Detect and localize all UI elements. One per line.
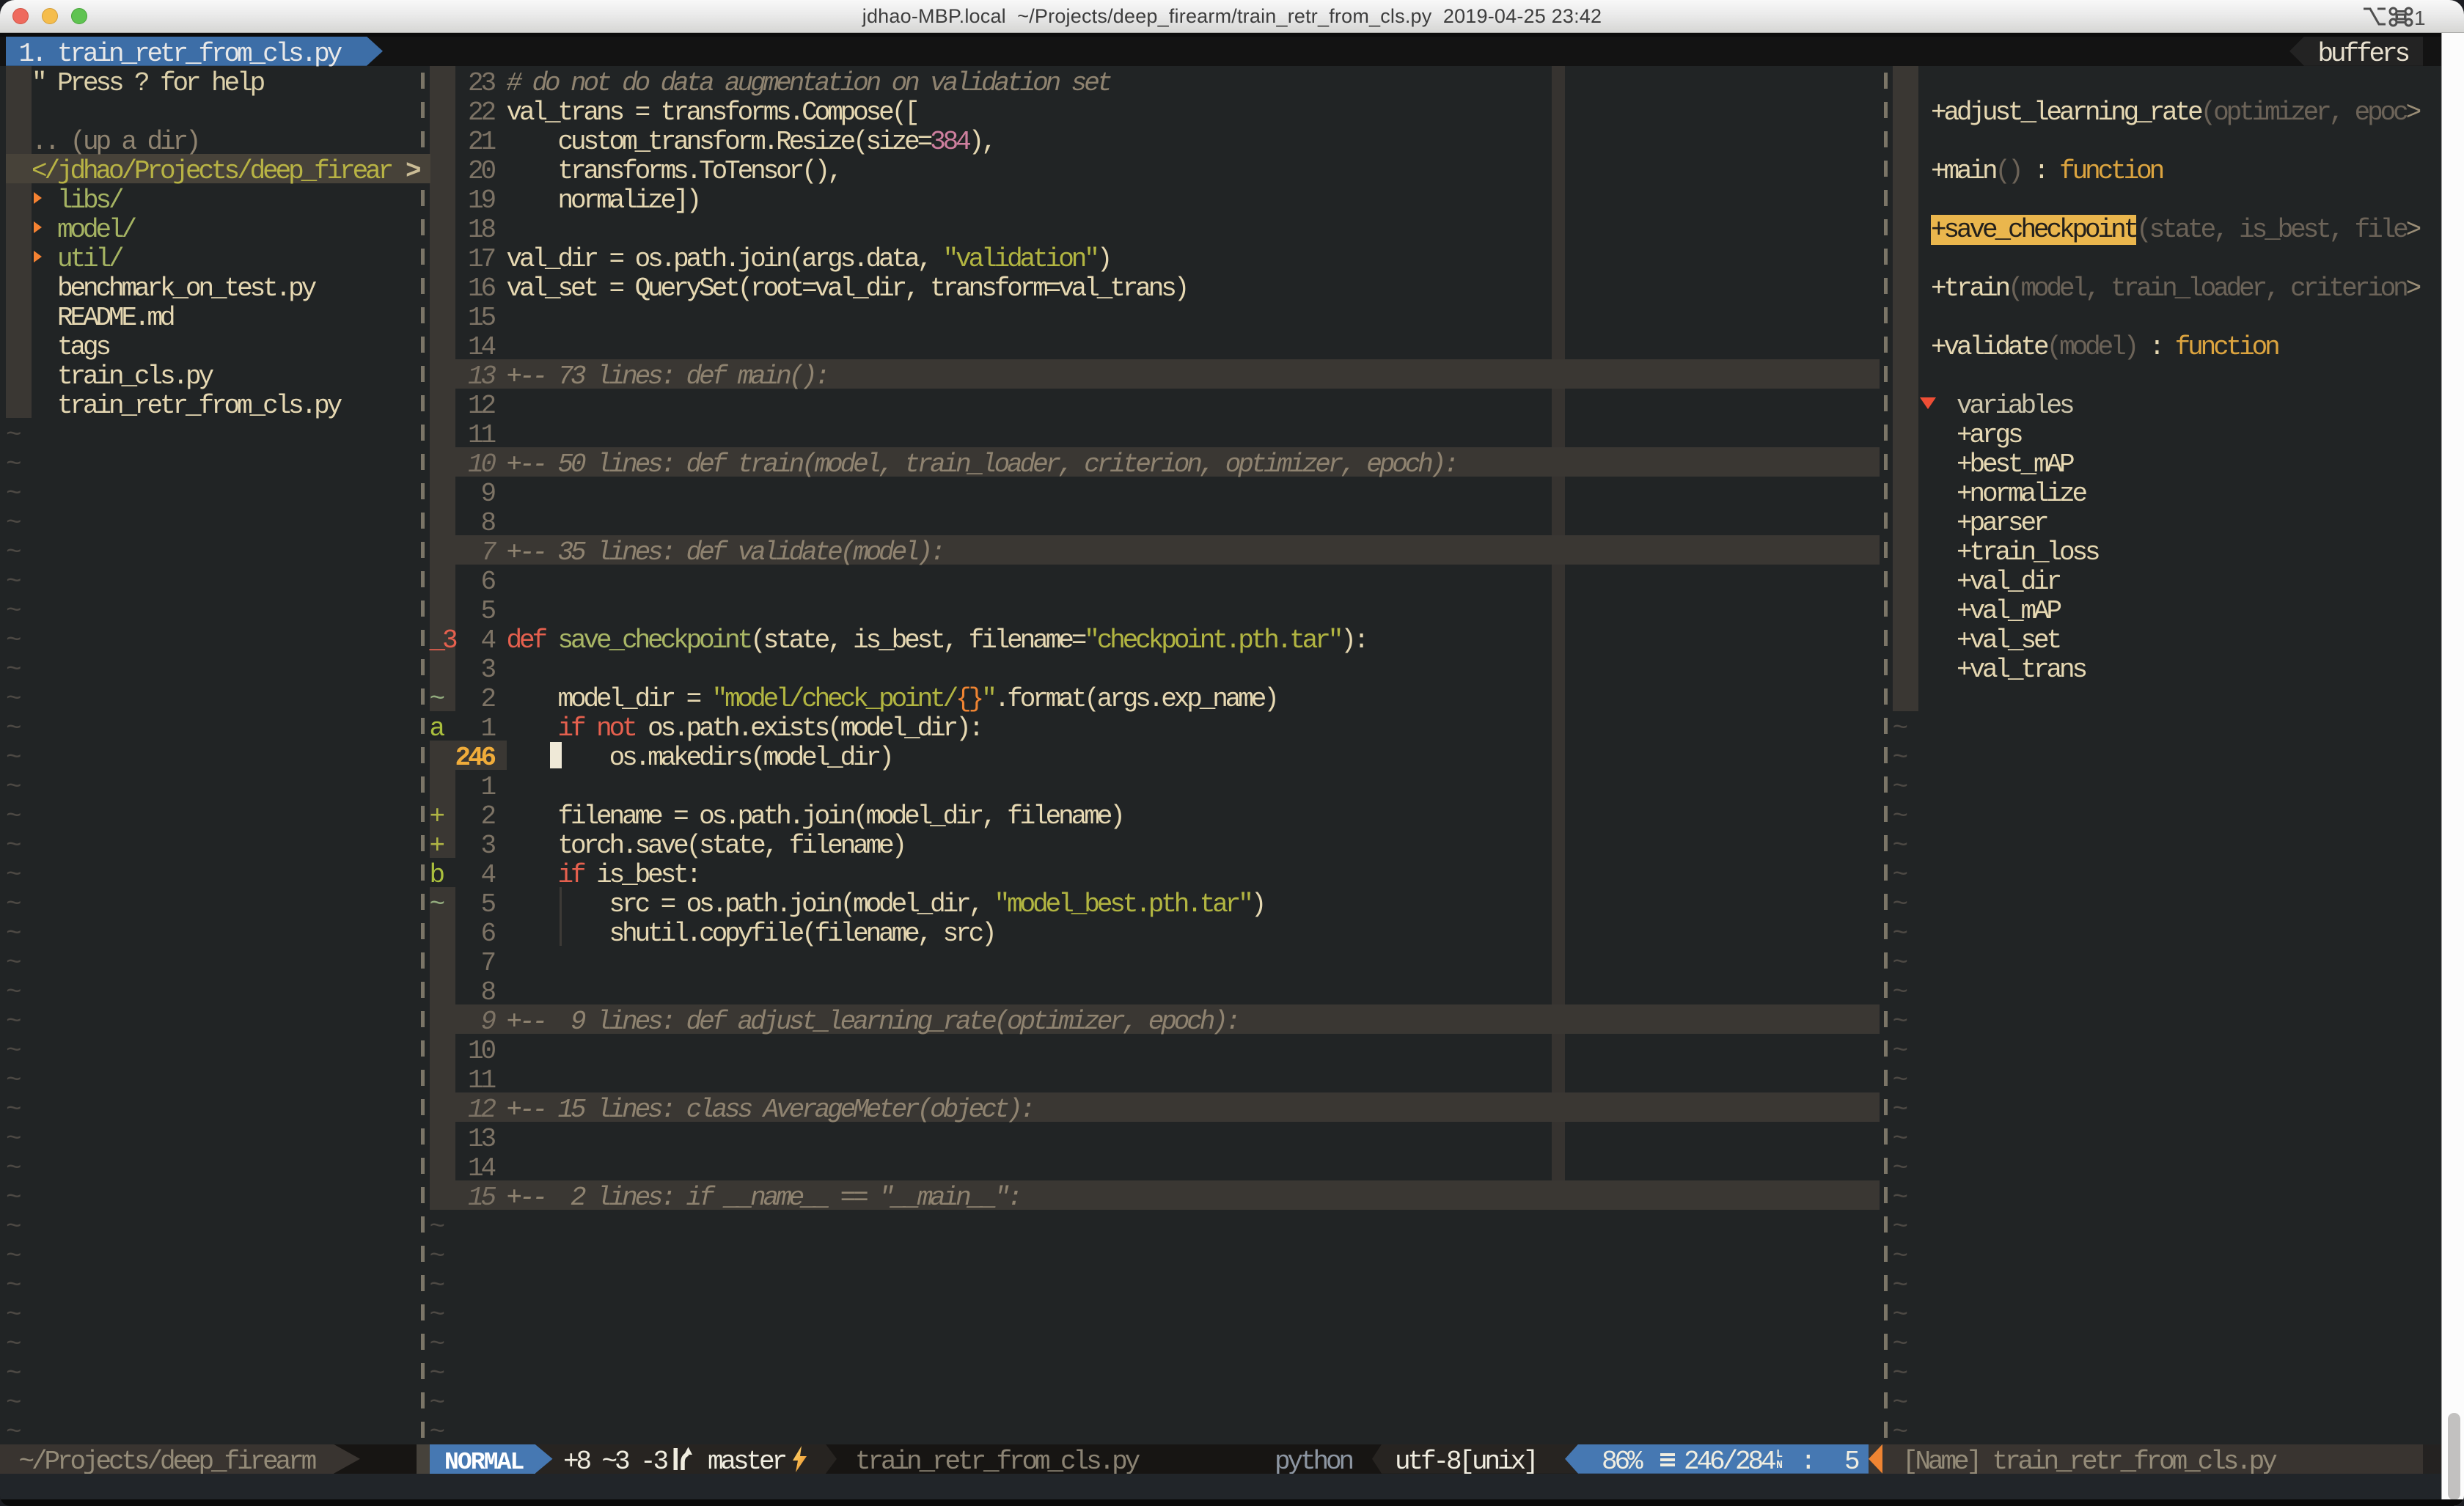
svg-text:1: 1 <box>2414 7 2426 29</box>
